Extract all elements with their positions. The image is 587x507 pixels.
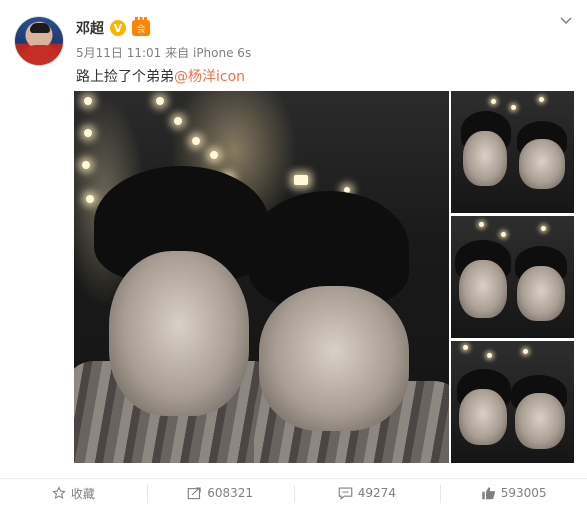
star-icon [52, 486, 66, 499]
photo-thumbnail-3[interactable] [451, 341, 574, 463]
comment-icon [338, 487, 353, 500]
action-bar: 收藏 608321 49274 593005 [0, 478, 587, 507]
member-crown-icon[interactable]: 会 [132, 17, 150, 36]
post-time[interactable]: 5月11日 11:01 [76, 46, 161, 60]
favorite-button[interactable]: 收藏 [0, 479, 147, 507]
avatar[interactable] [14, 16, 64, 66]
post-body: 路上捡了个弟弟 [76, 69, 174, 85]
share-count: 608321 [207, 486, 254, 500]
comment-button[interactable]: 49274 [293, 479, 441, 507]
avatar-cape [23, 45, 57, 65]
comment-count: 49274 [357, 486, 396, 500]
like-button[interactable]: 593005 [440, 479, 587, 507]
post-meta: 5月11日 11:01 来自 iPhone 6s [76, 44, 251, 61]
share-icon [187, 487, 201, 500]
like-count: 593005 [500, 486, 547, 500]
source-prefix: 来自 [165, 46, 190, 60]
share-button[interactable]: 608321 [146, 479, 294, 507]
mention-link[interactable]: @杨洋icon [174, 69, 245, 85]
name-row: 邓超 V 会 [76, 17, 150, 38]
photo-thumbnail-2[interactable] [451, 216, 574, 338]
favorite-label: 收藏 [70, 486, 95, 501]
verified-icon[interactable]: V [110, 20, 126, 36]
thumbs-up-icon [481, 487, 495, 500]
photo-thumbnail-1[interactable] [451, 91, 574, 213]
weibo-post-card: 邓超 V 会 5月11日 11:01 来自 iPhone 6s 路上捡了个弟弟@… [0, 0, 587, 507]
main-photo[interactable] [74, 91, 449, 463]
post-source[interactable]: iPhone 6s [193, 46, 251, 60]
chevron-down-icon[interactable] [557, 12, 575, 30]
post-text: 路上捡了个弟弟@杨洋icon [76, 66, 245, 86]
username[interactable]: 邓超 [76, 18, 104, 38]
avatar-hair [30, 23, 50, 33]
